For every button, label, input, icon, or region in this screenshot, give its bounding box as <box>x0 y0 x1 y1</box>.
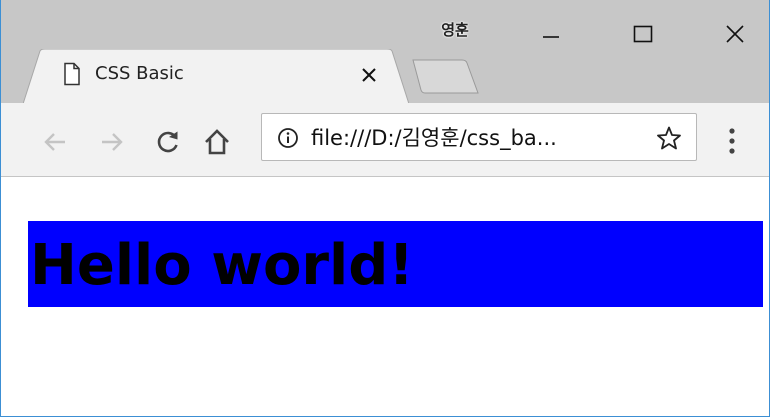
reload-icon <box>157 131 178 153</box>
maximize-icon <box>633 25 653 43</box>
close-icon <box>362 68 376 82</box>
tab-close-button[interactable] <box>357 63 381 87</box>
page-heading: Hello world! <box>28 221 763 307</box>
tab-css-basic[interactable]: CSS Basic <box>23 49 409 104</box>
url-text[interactable]: file:///D:/김영훈/css_ba... <box>311 124 557 152</box>
title-bar: 영훈 CSS Basic <box>1 0 769 104</box>
minimize-button[interactable] <box>523 12 579 56</box>
tab-title: CSS Basic <box>95 63 184 84</box>
kebab-menu-icon[interactable] <box>726 125 738 157</box>
maximize-button[interactable] <box>615 12 671 56</box>
back-button[interactable] <box>38 125 72 159</box>
new-tab-button[interactable] <box>410 58 482 96</box>
forward-arrow-icon <box>102 133 123 151</box>
address-bar[interactable]: file:///D:/김영훈/css_ba... <box>261 113 697 161</box>
browser-window: 영훈 CSS Basic file:///D:/김영훈/css_ba... He… <box>0 0 770 417</box>
home-icon <box>205 129 229 155</box>
star-icon[interactable] <box>656 125 682 151</box>
profile-button[interactable]: 영훈 <box>431 17 479 41</box>
browser-toolbar: file:///D:/김영훈/css_ba... <box>1 103 769 177</box>
document-icon <box>64 62 80 86</box>
reload-button[interactable] <box>151 125 185 159</box>
page-content: Hello world! <box>1 177 769 416</box>
info-icon <box>278 128 298 148</box>
close-icon <box>726 25 744 43</box>
back-arrow-icon <box>44 133 65 151</box>
window-close-button[interactable] <box>707 12 763 56</box>
minimize-icon <box>543 36 559 38</box>
forward-button[interactable] <box>95 125 129 159</box>
home-button[interactable] <box>200 125 234 159</box>
